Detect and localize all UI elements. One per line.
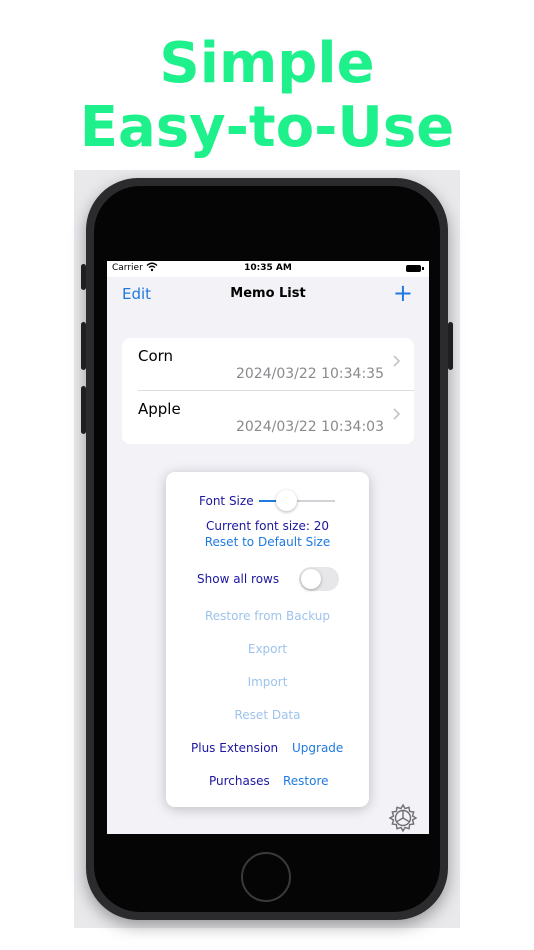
mute-switch (81, 264, 86, 290)
show-all-rows-label: Show all rows (197, 572, 280, 586)
status-bar: Carrier 10:35 AM (107, 261, 429, 277)
purchases-label: Purchases (209, 774, 270, 788)
chevron-right-icon (393, 408, 401, 424)
status-time: 10:35 AM (244, 263, 292, 273)
reset-default-size-button[interactable]: Reset to Default Size (166, 535, 369, 549)
memo-date: 2024/03/22 10:34:35 (235, 366, 384, 382)
memo-row-corn[interactable]: Corn 2024/03/22 10:34:35 (122, 338, 414, 391)
memo-date: 2024/03/22 10:34:03 (235, 419, 384, 435)
reset-data-button[interactable]: Reset Data (166, 708, 369, 722)
plus-extension-label: Plus Extension (191, 741, 279, 755)
add-memo-button[interactable]: + (393, 279, 413, 307)
import-button[interactable]: Import (166, 675, 369, 689)
export-button[interactable]: Export (166, 642, 369, 656)
restore-purchases-button[interactable]: Restore (283, 774, 329, 788)
volume-up-button (81, 322, 86, 370)
restore-backup-button[interactable]: Restore from Backup (166, 609, 369, 623)
headline-simple: Simple (159, 31, 375, 96)
page-title: Memo List (230, 286, 306, 301)
current-font-size: Current font size: 20 (206, 519, 329, 533)
memo-title: Corn (138, 347, 174, 365)
memo-title: Apple (138, 400, 181, 418)
battery-icon (406, 265, 424, 272)
headline-easy-to-use: Easy-to-Use (79, 95, 455, 160)
power-button (448, 322, 453, 370)
memo-row-apple[interactable]: Apple 2024/03/22 10:34:03 (122, 391, 414, 444)
settings-popover: Font Size Current font size: 20 Reset to… (166, 472, 369, 807)
chevron-right-icon (393, 355, 401, 371)
upgrade-button[interactable]: Upgrade (292, 741, 343, 755)
home-button[interactable] (241, 852, 291, 902)
app-screen: Carrier 10:35 AM Edit Memo List + Corn 2… (107, 261, 429, 834)
volume-down-button (81, 386, 86, 434)
show-all-rows-toggle[interactable] (299, 567, 339, 591)
gear-icon[interactable] (388, 803, 418, 833)
slider-thumb[interactable] (276, 490, 297, 511)
memo-list: Corn 2024/03/22 10:34:35 Apple 2024/03/2… (122, 338, 414, 444)
font-size-label: Font Size (199, 494, 254, 508)
toggle-knob (301, 569, 321, 589)
navigation-bar: Edit Memo List + (107, 277, 429, 313)
